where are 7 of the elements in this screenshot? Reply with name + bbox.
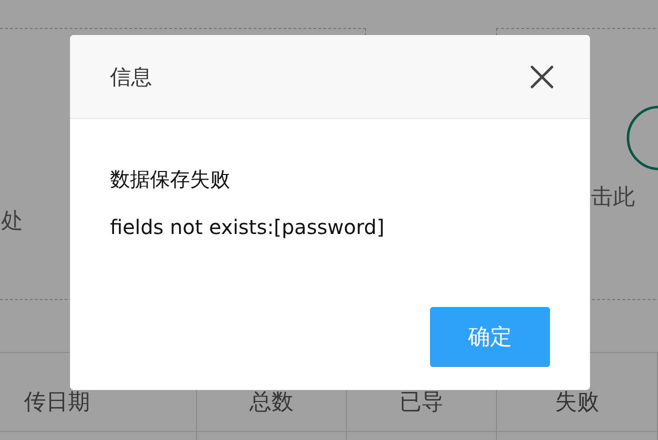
- close-icon[interactable]: [530, 64, 554, 88]
- dialog-title: 信息: [110, 64, 152, 90]
- upload-hint: 击此: [591, 184, 635, 212]
- upload-hint: 处: [1, 208, 23, 236]
- confirm-button[interactable]: 确定: [430, 307, 550, 367]
- error-message: 数据保存失败: [110, 166, 231, 193]
- error-detail: fields not exists:[password]: [110, 214, 386, 241]
